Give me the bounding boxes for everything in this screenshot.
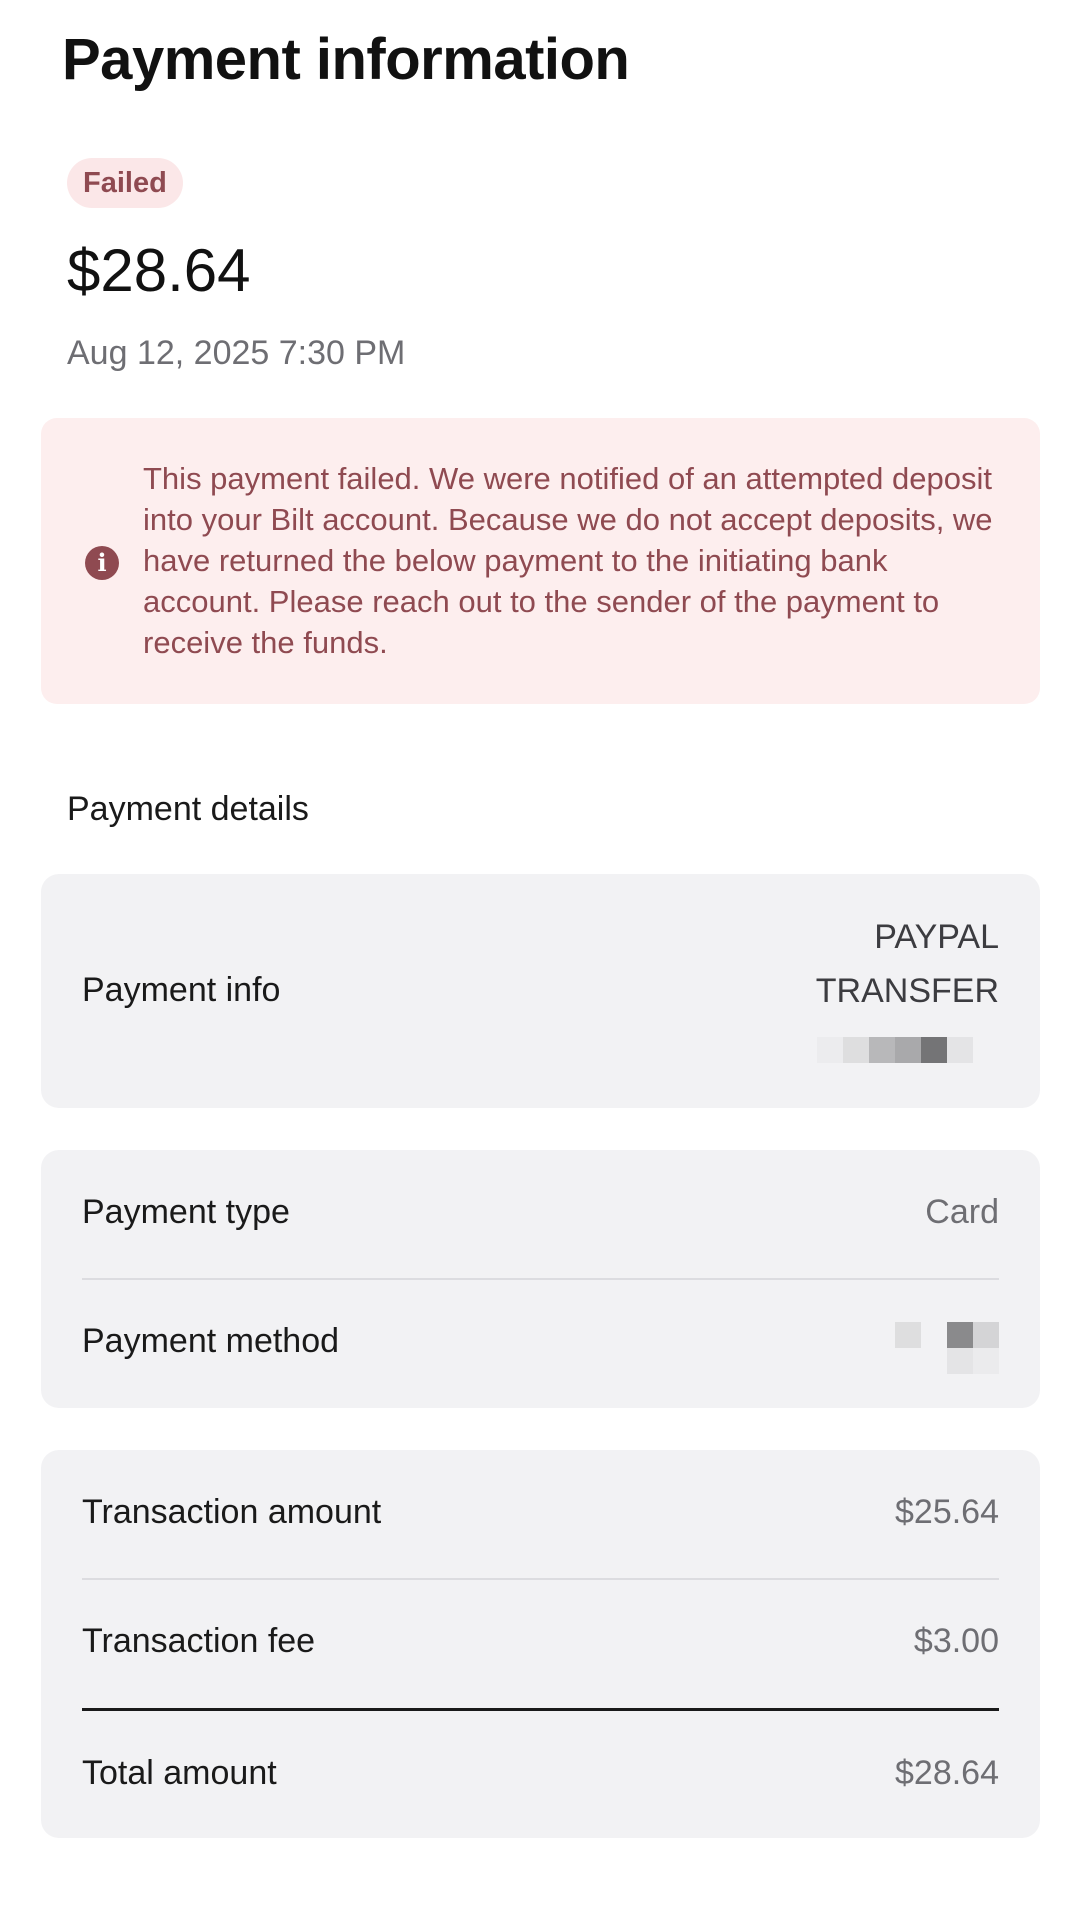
transaction-amount-row: Transaction amount $25.64 bbox=[82, 1450, 999, 1579]
total-amount-value: $28.64 bbox=[895, 1754, 999, 1792]
payment-method-row: Payment method bbox=[82, 1280, 999, 1408]
payment-method-card: Payment type Card Payment method bbox=[41, 1150, 1040, 1408]
payment-info-value-line1: PAYPAL bbox=[874, 918, 999, 956]
page-title: Payment information bbox=[62, 27, 630, 92]
payment-info-label: Payment info bbox=[82, 971, 281, 1009]
payment-amount: $28.64 bbox=[67, 237, 251, 304]
payment-info-row: Payment info PAYPAL TRANSFER bbox=[82, 874, 999, 1108]
transaction-fee-label: Transaction fee bbox=[82, 1622, 316, 1660]
transaction-fee-row: Transaction fee $3.00 bbox=[82, 1580, 999, 1708]
payment-type-value: Card bbox=[925, 1193, 999, 1231]
redacted-account-info bbox=[817, 1037, 999, 1063]
transaction-amount-value: $25.64 bbox=[895, 1493, 999, 1531]
transaction-fee-value: $3.00 bbox=[913, 1622, 999, 1660]
info-icon: i bbox=[85, 546, 119, 580]
total-amount-label: Total amount bbox=[82, 1754, 277, 1792]
failure-alert: i This payment failed. We were notified … bbox=[41, 418, 1040, 704]
total-amount-row: Total amount $28.64 bbox=[82, 1711, 999, 1838]
status-badge: Failed bbox=[67, 158, 183, 208]
redacted-payment-method bbox=[895, 1322, 999, 1374]
section-heading-payment-details: Payment details bbox=[67, 790, 309, 828]
alert-message: This payment failed. We were notified of… bbox=[143, 461, 993, 660]
payment-type-label: Payment type bbox=[82, 1193, 290, 1231]
transaction-amount-label: Transaction amount bbox=[82, 1493, 382, 1531]
payment-method-label: Payment method bbox=[82, 1322, 340, 1360]
payment-info-card: Payment info PAYPAL TRANSFER bbox=[41, 874, 1040, 1108]
payment-type-row: Payment type Card bbox=[82, 1150, 999, 1279]
payment-info-value-line2: TRANSFER bbox=[815, 972, 999, 1010]
payment-date: Aug 12, 2025 7:30 PM bbox=[67, 334, 406, 372]
amount-breakdown-card: Transaction amount $25.64 Transaction fe… bbox=[41, 1450, 1040, 1838]
